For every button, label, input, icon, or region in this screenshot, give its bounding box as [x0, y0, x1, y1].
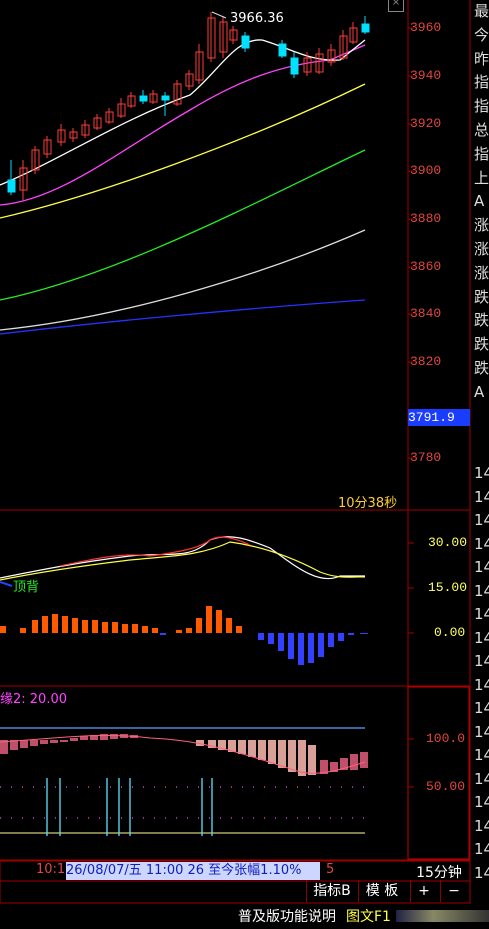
price-axis-tick: 3860 — [410, 259, 442, 274]
ma5-line — [0, 39, 366, 186]
indicator-value-label: 缘2: 20.00 — [0, 692, 67, 707]
macd-dif-line — [0, 536, 365, 580]
price-axis-tick: 3820 — [410, 354, 442, 369]
sidebar-char: 指 — [474, 97, 489, 116]
ma20-line — [0, 83, 366, 219]
sidebar-char: 今 — [474, 25, 489, 44]
sidebar-char: 跌 — [474, 311, 489, 330]
ma60-line — [0, 149, 366, 301]
sidebar-number: 14 — [474, 816, 489, 835]
sidebar-number: 14 — [474, 793, 489, 811]
sidebar-number: 14 — [474, 746, 489, 764]
status-info: 26/08/07/五 11:00 26 至今张幅1.10% — [66, 862, 320, 880]
sidebar-number: 14 — [474, 581, 489, 600]
status-tail: 5 — [326, 862, 335, 877]
price-axis-tick: 3940 — [410, 68, 442, 83]
sidebar-number: 14 — [474, 605, 489, 623]
lower-bars — [0, 734, 368, 776]
ticker-strip — [396, 910, 489, 922]
chart-text-button[interactable]: 图文F1 — [346, 906, 391, 926]
price-axis-tick: 3840 — [410, 306, 442, 321]
sidebar-number: 14 — [474, 464, 489, 482]
sidebar-char: 跌 — [474, 358, 489, 377]
sidebar-number: 14 — [474, 863, 489, 882]
sidebar-number: 14 — [474, 652, 489, 670]
macd-histogram — [0, 606, 368, 665]
candles — [7, 12, 370, 200]
zoom-out-button[interactable]: − — [440, 880, 467, 902]
sidebar-number: 14 — [474, 534, 489, 553]
sidebar-number: 14 — [474, 769, 489, 788]
divergence-label: 顶背 — [13, 580, 40, 595]
period-selector[interactable]: 15分钟 — [408, 862, 470, 882]
sidebar-number: 14 — [474, 840, 489, 858]
close-icon[interactable]: × — [388, 0, 404, 12]
help-link[interactable]: 普及版功能说明 — [238, 906, 336, 926]
price-axis-tick: 3900 — [410, 163, 442, 178]
sidebar-char: 指 — [474, 144, 489, 163]
sidebar-char: 最 — [474, 2, 489, 20]
price-axis-tick: 3780 — [410, 450, 442, 465]
sidebar-char: 总 — [474, 120, 489, 139]
sidebar-char: 跌 — [474, 335, 489, 354]
peak-price-label: 3966.36 — [230, 11, 284, 26]
ma250-line — [0, 299, 366, 335]
ma10-line — [0, 44, 366, 206]
info-sidebar-numbers: 14 14 14 14 14 14 14 14 14 14 14 14 14 1… — [474, 462, 489, 885]
current-price-marker: 3791.9 — [408, 409, 470, 426]
price-axis-tick: 3920 — [410, 116, 442, 131]
sidebar-char: 上 — [474, 168, 489, 187]
sidebar-char: 涨 — [474, 239, 489, 258]
sidebar-number: 14 — [474, 628, 489, 647]
sidebar-number: 14 — [474, 699, 489, 717]
sidebar-char: 涨 — [474, 263, 489, 282]
sidebar-number: 14 — [474, 675, 489, 694]
sidebar-number: 14 — [474, 722, 489, 741]
peak-marker-icon — [211, 11, 227, 19]
price-axis-tick: 3880 — [410, 211, 442, 226]
sidebar-char: A — [474, 382, 485, 401]
template-button[interactable]: 模 板 — [358, 880, 405, 902]
price-axis-tick: 3960 — [410, 20, 442, 35]
sidebar-char: 跌 — [474, 287, 489, 306]
info-sidebar: 最 今 昨 指 指 总 指 上 A 涨 涨 涨 跌 跌 跌 跌 A — [474, 0, 489, 405]
sidebar-number: 14 — [474, 511, 489, 529]
countdown-label: 10分38秒 — [338, 496, 398, 511]
sidebar-char: 指 — [474, 73, 489, 92]
indicator-button[interactable]: 指标B — [306, 880, 357, 902]
sidebar-char: 涨 — [474, 216, 489, 235]
status-time: 10:1 — [36, 862, 66, 877]
sidebar-number: 14 — [474, 558, 489, 576]
sidebar-char: 昨 — [474, 49, 489, 68]
sidebar-char: A — [474, 192, 485, 211]
sidebar-number: 14 — [474, 487, 489, 506]
zoom-in-button[interactable]: + — [410, 880, 437, 902]
